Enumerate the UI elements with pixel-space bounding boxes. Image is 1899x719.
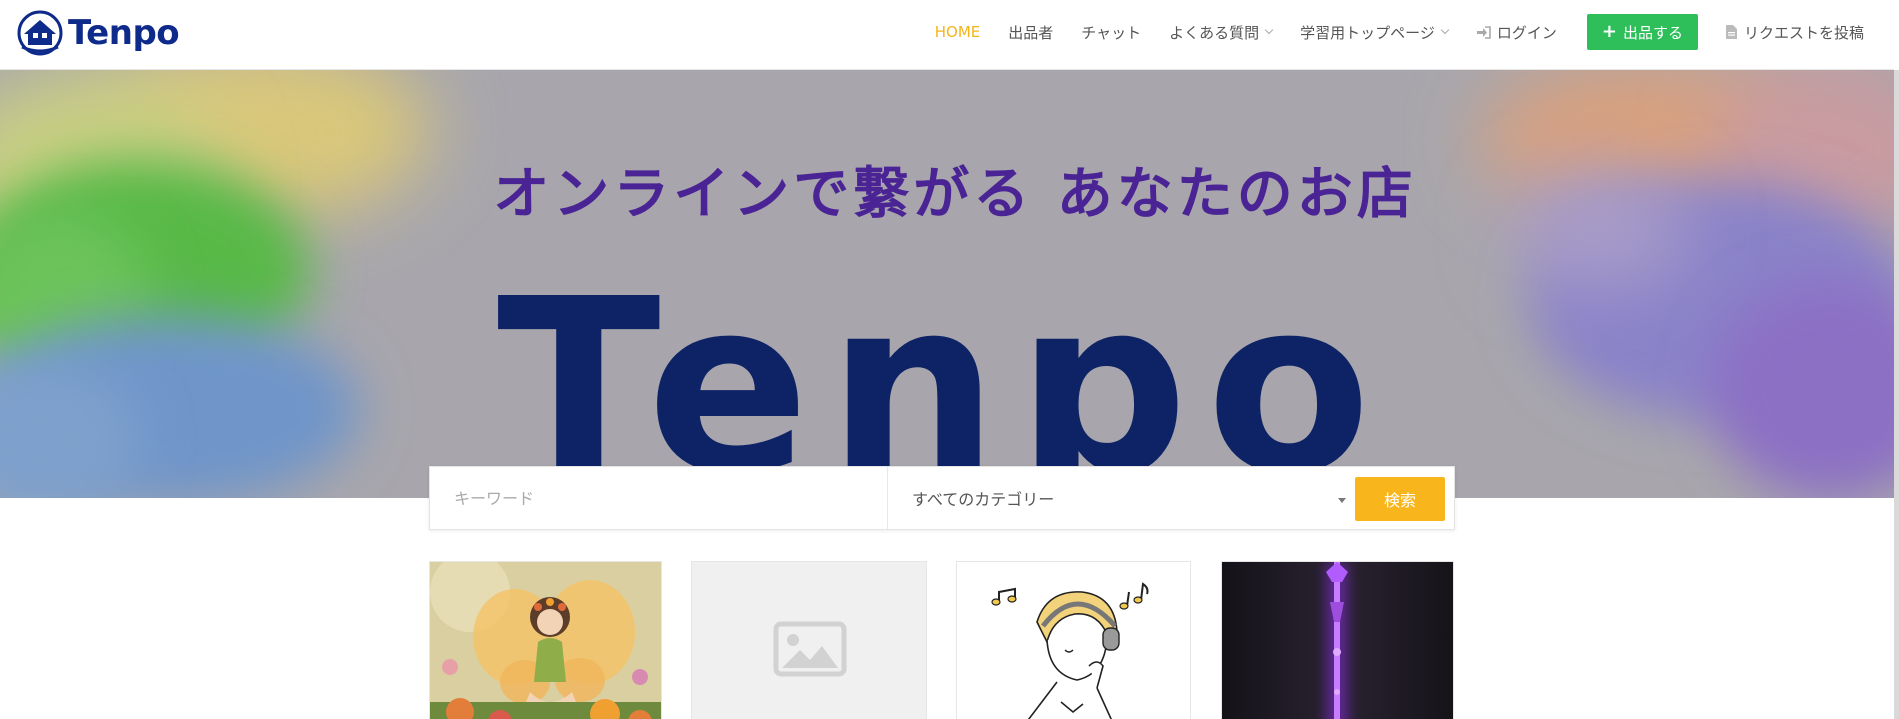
nav-post-request[interactable]: リクエストを投稿 — [1725, 22, 1864, 43]
chevron-down-icon — [1264, 25, 1274, 35]
hero-tagline: オンラインで繋がる あなたのお店 — [493, 162, 1417, 227]
search-button[interactable]: 検索 — [1355, 477, 1445, 521]
nav-login-label: ログイン — [1496, 23, 1557, 42]
product-card[interactable] — [429, 561, 662, 719]
dropdown-arrow-icon — [1338, 498, 1346, 503]
nav-faq[interactable]: よくある質問 — [1169, 22, 1274, 43]
page-scrollbar[interactable] — [1894, 70, 1899, 719]
nav-chat[interactable]: チャット — [1081, 22, 1141, 43]
nav-post-request-label: リクエストを投稿 — [1743, 23, 1864, 42]
nav-learning-top[interactable]: 学習用トップページ — [1300, 22, 1450, 43]
hero-text-art: オンラインで繋がる あなたのお店 Tenpo — [493, 162, 1417, 498]
plus-icon: + — [1601, 21, 1617, 42]
keyword-input[interactable] — [430, 467, 888, 529]
nav-faq-label: よくある質問 — [1169, 23, 1260, 42]
brand-name: Tenpo — [68, 13, 180, 53]
nav-login[interactable]: ログイン — [1476, 22, 1557, 43]
fairy-illustration — [430, 562, 661, 719]
hero-title: Tenpo — [497, 247, 1389, 498]
girl-headphones-music-illustration — [957, 562, 1190, 719]
nav-sellers[interactable]: 出品者 — [1008, 22, 1053, 43]
nav-learning-top-label: 学習用トップページ — [1300, 23, 1435, 42]
post-item-label: 出品する — [1622, 23, 1683, 42]
top-navbar: Tenpo HOME 出品者 チャット よくある質問 学習用トップページ ログイ… — [0, 0, 1894, 70]
document-icon — [1725, 25, 1737, 39]
product-card[interactable] — [691, 561, 927, 719]
product-card[interactable] — [956, 561, 1191, 719]
hero-banner: オンラインで繋がる あなたのお店 Tenpo — [0, 70, 1894, 498]
image-placeholder-icon — [692, 562, 926, 719]
search-bar: すべてのカテゴリー 検索 — [429, 466, 1455, 530]
chevron-down-icon — [1440, 25, 1450, 35]
main-nav: HOME 出品者 チャット よくある質問 学習用トップページ ログイン + 出品… — [907, 0, 1864, 64]
house-logo-icon — [17, 10, 63, 56]
category-select[interactable]: すべてのカテゴリー — [888, 467, 1358, 529]
nav-home[interactable]: HOME — [935, 23, 981, 41]
purple-sword-dark — [1222, 562, 1453, 719]
sign-in-icon — [1476, 25, 1491, 39]
post-item-button[interactable]: + 出品する — [1586, 14, 1698, 50]
product-card[interactable] — [1221, 561, 1454, 719]
brand-logo[interactable]: Tenpo — [16, 9, 180, 57]
category-select-value: すべてのカテゴリー — [912, 490, 1055, 509]
